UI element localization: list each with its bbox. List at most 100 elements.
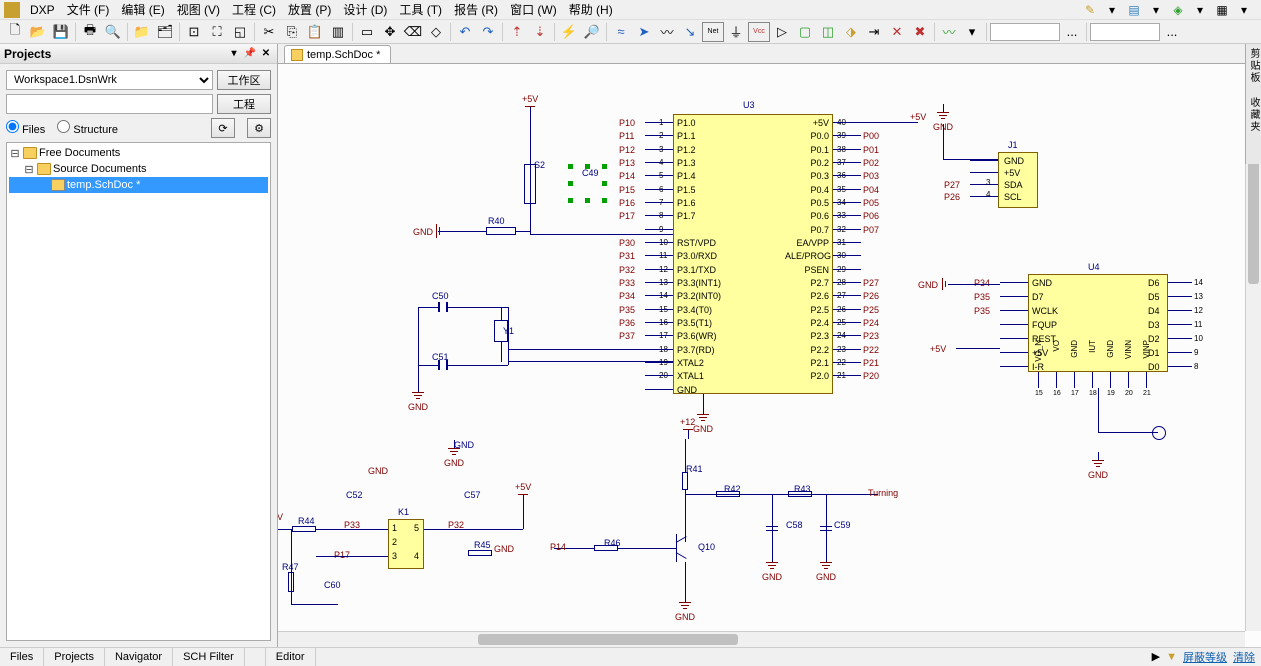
- line-dropdown-icon[interactable]: ▾: [961, 22, 983, 42]
- net-p14-q10: P14: [550, 542, 566, 552]
- move-icon[interactable]: ✥: [379, 22, 401, 42]
- bottom-tab-navigator[interactable]: Navigator: [105, 648, 173, 666]
- status-mask-level[interactable]: 屏蔽等级: [1183, 649, 1227, 665]
- toolbar-dropdown1-icon[interactable]: ▾: [1103, 2, 1121, 18]
- zoom-select-icon[interactable]: ◱: [229, 22, 251, 42]
- place-busentry-icon[interactable]: ↘: [679, 22, 701, 42]
- status-clear[interactable]: 清除: [1233, 649, 1255, 665]
- schematic-canvas[interactable]: +5VS2C49R40GNDC50Y1C51GNDU3P1.01P10P1.12…: [278, 64, 1261, 647]
- place-noerc-icon[interactable]: ✕: [886, 22, 908, 42]
- status-arrow-icon[interactable]: ▶: [1152, 650, 1160, 663]
- status-filter-icon[interactable]: ▼: [1166, 651, 1177, 663]
- new-doc-icon[interactable]: 🗋: [4, 22, 26, 42]
- search-go-icon[interactable]: ...: [1061, 22, 1083, 42]
- place-sheetentry-icon[interactable]: ◫: [817, 22, 839, 42]
- place-power-gnd-icon[interactable]: ⏚: [725, 22, 747, 42]
- place-bus-icon[interactable]: ➤: [633, 22, 655, 42]
- browse-icon[interactable]: 🔎: [581, 22, 603, 42]
- place-wire-icon[interactable]: ≈: [610, 22, 632, 42]
- schdoc-tab-icon: [291, 49, 303, 61]
- menu-view[interactable]: 视图 (V): [171, 1, 226, 18]
- print-icon[interactable]: 🖶: [79, 22, 101, 42]
- cross-probe-icon[interactable]: ⚡: [558, 22, 580, 42]
- designator-r40: R40: [488, 216, 505, 226]
- clipboard-favorites-tab[interactable]: 剪贴板 收藏夹: [1245, 44, 1261, 164]
- zoom-fit-icon[interactable]: ⛶: [206, 22, 228, 42]
- refresh-icon[interactable]: ⟳: [211, 118, 235, 138]
- paste-array-icon[interactable]: ▥: [327, 22, 349, 42]
- search-input[interactable]: [990, 23, 1060, 41]
- bottom-tab-files[interactable]: Files: [0, 648, 44, 666]
- tree-source-documents[interactable]: ⊟ Source Documents: [9, 161, 268, 177]
- toolbar-dropdown4-icon[interactable]: ▾: [1235, 2, 1253, 18]
- paste-icon[interactable]: 📋: [304, 22, 326, 42]
- panel-close-icon[interactable]: ✕: [259, 47, 273, 61]
- gnd-c52: GND: [368, 466, 388, 476]
- panel-menu-icon[interactable]: ▾: [227, 47, 241, 61]
- toolbar-edit-icon[interactable]: ✎: [1081, 2, 1099, 18]
- tab-schdoc[interactable]: temp.SchDoc *: [284, 45, 391, 63]
- tree-free-documents[interactable]: ⊟ Free Documents: [9, 145, 268, 161]
- place-port-icon[interactable]: ⬗: [840, 22, 862, 42]
- bottom-tab-projects[interactable]: Projects: [44, 648, 105, 666]
- workspace-select[interactable]: Workspace1.DsnWrk: [6, 70, 213, 90]
- menu-design[interactable]: 设计 (D): [337, 1, 393, 18]
- zoom-area-icon[interactable]: ⊡: [183, 22, 205, 42]
- menu-edit[interactable]: 编辑 (E): [115, 1, 170, 18]
- hierarchy-down-icon[interactable]: ⇣: [529, 22, 551, 42]
- files-radio[interactable]: Files: [6, 120, 45, 136]
- menu-project[interactable]: 工程 (C): [226, 1, 282, 18]
- filter-go-icon[interactable]: ...: [1161, 22, 1183, 42]
- bottom-tab-schfilter[interactable]: SCH Filter: [173, 648, 245, 666]
- cut-icon[interactable]: ✂: [258, 22, 280, 42]
- structure-radio[interactable]: Structure: [57, 120, 118, 136]
- clear-filter-icon[interactable]: ◇: [425, 22, 447, 42]
- menu-help[interactable]: 帮助 (H): [563, 1, 619, 18]
- pwr-k1-5v: +5V: [515, 482, 531, 492]
- redo-icon[interactable]: ↷: [477, 22, 499, 42]
- toolbar-dropdown3-icon[interactable]: ▾: [1191, 2, 1209, 18]
- horizontal-scrollbar[interactable]: [278, 631, 1245, 647]
- save-icon[interactable]: 💾: [50, 22, 72, 42]
- select-rect-icon[interactable]: ▭: [356, 22, 378, 42]
- place-sheet-icon[interactable]: ▢: [794, 22, 816, 42]
- toolbar-target-icon[interactable]: ◈: [1169, 2, 1187, 18]
- open-icon[interactable]: 📂: [27, 22, 49, 42]
- toolbar-layers-icon[interactable]: ▤: [1125, 2, 1143, 18]
- copy-icon[interactable]: ⎘: [281, 22, 303, 42]
- power-5v-top: +5V: [522, 94, 538, 104]
- toolbar-dropdown2-icon[interactable]: ▾: [1147, 2, 1165, 18]
- deselect-icon[interactable]: ⌫: [402, 22, 424, 42]
- crystal-y1: [494, 320, 508, 342]
- menu-window[interactable]: 窗口 (W): [504, 1, 563, 18]
- designator-r41: R41: [686, 464, 703, 474]
- toolbar-grid-icon[interactable]: ▦: [1213, 2, 1231, 18]
- open-docs-icon[interactable]: 🗂: [154, 22, 176, 42]
- document-tabs: temp.SchDoc *: [278, 44, 1261, 64]
- place-part-icon[interactable]: ▷: [771, 22, 793, 42]
- workspace-button[interactable]: 工作区: [217, 70, 271, 90]
- filter-input[interactable]: [1090, 23, 1160, 41]
- place-power-vcc-icon[interactable]: Vcc: [748, 22, 770, 42]
- open-project-icon[interactable]: 📁: [131, 22, 153, 42]
- preview-icon[interactable]: 🔍: [102, 22, 124, 42]
- project-input[interactable]: [6, 94, 213, 114]
- menu-place[interactable]: 放置 (P): [282, 1, 337, 18]
- menu-tools[interactable]: 工具 (T): [393, 1, 448, 18]
- tree-schdoc[interactable]: temp.SchDoc *: [9, 177, 268, 193]
- place-port2-icon[interactable]: ⇥: [863, 22, 885, 42]
- project-button[interactable]: 工程: [217, 94, 271, 114]
- options-icon[interactable]: ⚙: [247, 118, 271, 138]
- place-signal-icon[interactable]: 〰: [656, 22, 678, 42]
- menu-report[interactable]: 报告 (R): [448, 1, 504, 18]
- line-style-icon[interactable]: 〰: [938, 22, 960, 42]
- menu-dxp[interactable]: DXP: [24, 3, 61, 17]
- place-netlabel-icon[interactable]: Net: [702, 22, 724, 42]
- projects-tree[interactable]: ⊟ Free Documents ⊟ Source Documents temp…: [6, 142, 271, 641]
- undo-icon[interactable]: ↶: [454, 22, 476, 42]
- hierarchy-up-icon[interactable]: ⇡: [506, 22, 528, 42]
- place-noerc2-icon[interactable]: ✖: [909, 22, 931, 42]
- panel-pin-icon[interactable]: 📌: [243, 47, 257, 61]
- designator-c59: C59: [834, 520, 851, 530]
- menu-file[interactable]: 文件 (F): [61, 1, 116, 18]
